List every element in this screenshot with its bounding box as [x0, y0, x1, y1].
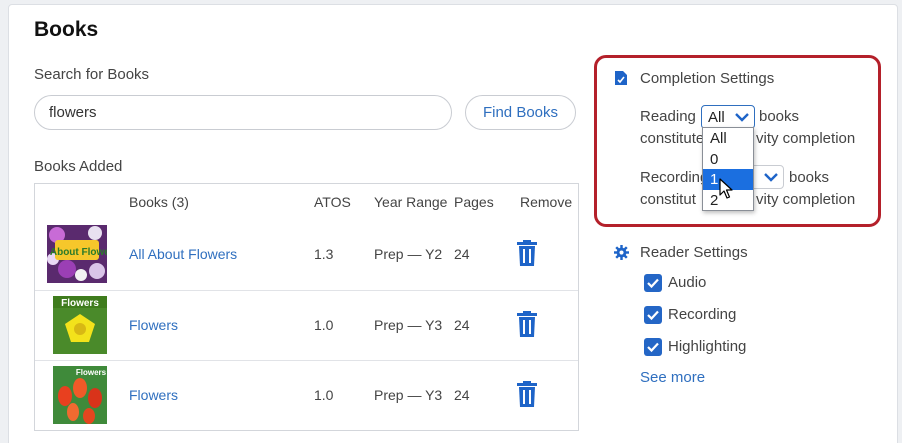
reading-books-select[interactable]: All [701, 105, 755, 129]
recording-completion-text: vity completion [756, 191, 856, 208]
table-row: All About Flowers All About Flowers 1.3 … [35, 220, 578, 290]
cover-title: Flowers [76, 368, 107, 377]
reading-constitute-text: constitute [640, 130, 705, 147]
column-header-year-range: Year Range [374, 194, 448, 210]
book-pages: 24 [454, 387, 470, 403]
dropdown-option-all[interactable]: All [703, 128, 753, 149]
cover-title: All About Flowers [47, 247, 107, 258]
trash-icon[interactable] [516, 240, 538, 266]
document-check-icon [614, 70, 628, 86]
book-year-range: Prep — Y3 [374, 387, 443, 403]
audio-checkbox[interactable] [644, 274, 662, 292]
book-pages: 24 [454, 317, 470, 333]
page-title: Books [34, 18, 99, 41]
books-added-label: Books Added [34, 158, 123, 175]
table-row: Flowers Flowers 1.0 Prep — Y3 24 [35, 290, 578, 360]
trash-icon[interactable] [516, 381, 538, 407]
find-books-button[interactable]: Find Books [465, 95, 576, 130]
highlighting-label: Highlighting [668, 338, 747, 355]
highlighting-checkbox[interactable] [644, 338, 662, 356]
book-atos: 1.3 [314, 246, 334, 262]
column-header-atos: ATOS [314, 194, 351, 210]
recording-option-label: Recording [668, 306, 737, 323]
recording-books-text: books [789, 169, 830, 186]
audio-label: Audio [668, 274, 707, 291]
book-cover-image: Flowers [53, 366, 107, 424]
books-table: Books (3) ATOS Year Range Pages Remove A… [34, 183, 579, 431]
book-title-link[interactable]: Flowers [129, 387, 178, 403]
gear-icon [614, 245, 629, 261]
book-year-range: Prep — Y3 [374, 317, 443, 333]
table-row: Flowers Flowers 1.0 Prep — Y3 24 [35, 360, 578, 430]
book-cover-image: All About Flowers [47, 225, 107, 283]
completion-settings-title: Completion Settings [640, 70, 775, 87]
chevron-down-icon [734, 110, 750, 128]
reading-completion-text: vity completion [756, 130, 856, 147]
column-header-pages: Pages [454, 194, 494, 210]
book-title-link[interactable]: Flowers [129, 317, 178, 333]
reader-settings-title: Reader Settings [640, 244, 748, 261]
trash-icon[interactable] [516, 311, 538, 337]
reading-select-value: All [708, 109, 725, 126]
recording-checkbox[interactable] [644, 306, 662, 324]
column-header-books: Books (3) [129, 194, 189, 210]
search-label: Search for Books [34, 66, 150, 83]
recording-books-select[interactable] [750, 165, 784, 189]
recording-label: Recording [640, 169, 709, 186]
search-input[interactable] [34, 95, 452, 130]
recording-constitute-text: constitut [640, 191, 696, 208]
reading-books-text: books [759, 108, 800, 125]
dropdown-option-0[interactable]: 0 [703, 149, 753, 170]
book-atos: 1.0 [314, 387, 334, 403]
see-more-link[interactable]: See more [640, 369, 705, 386]
book-cover-image: Flowers [53, 296, 107, 354]
reading-label: Reading [640, 108, 696, 125]
cover-title: Flowers [61, 298, 99, 309]
book-pages: 24 [454, 246, 470, 262]
column-header-remove: Remove [520, 194, 573, 210]
chevron-down-icon [763, 170, 779, 188]
book-title-link[interactable]: All About Flowers [129, 246, 237, 262]
mouse-pointer-icon [719, 178, 733, 204]
book-year-range: Prep — Y2 [374, 246, 443, 262]
book-atos: 1.0 [314, 317, 334, 333]
